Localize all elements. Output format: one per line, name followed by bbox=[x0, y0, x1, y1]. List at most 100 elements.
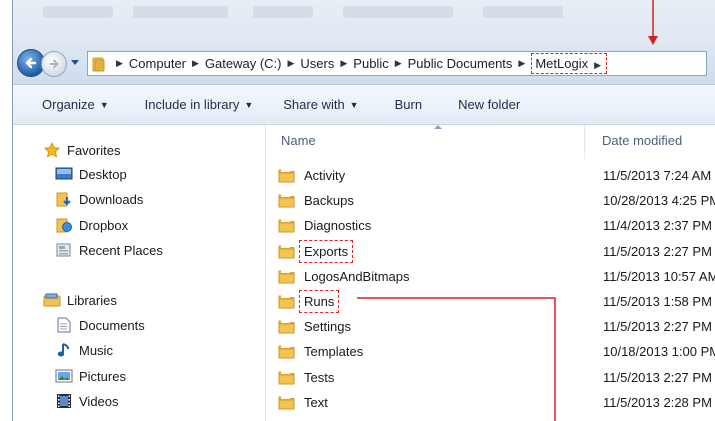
column-header-name[interactable]: Name bbox=[281, 133, 316, 148]
breadcrumb-separator-icon[interactable]: ▶ bbox=[116, 58, 123, 69]
nav-item-desktop[interactable]: Desktop bbox=[55, 166, 127, 182]
breadcrumb-computer[interactable]: Computer bbox=[129, 56, 186, 71]
share-with-label: Share with bbox=[283, 97, 345, 112]
file-date-modified: 11/5/2013 7:24 AM bbox=[603, 168, 712, 183]
breadcrumb-public-documents[interactable]: Public Documents bbox=[408, 56, 513, 71]
nav-favorites[interactable]: Favorites bbox=[43, 142, 120, 158]
breadcrumb-metalogix-label: MetLogix bbox=[535, 56, 589, 71]
file-name[interactable]: Activity bbox=[304, 168, 345, 183]
file-name[interactable]: Runs bbox=[299, 290, 340, 313]
file-name[interactable]: Diagnostics bbox=[304, 218, 371, 233]
folder-icon bbox=[278, 345, 295, 359]
folder-icon bbox=[278, 244, 295, 258]
recent-pages-dropdown-icon[interactable] bbox=[70, 59, 80, 67]
address-row: ▶ Computer ▶ Gateway (C:) ▶ Users ▶ Publ… bbox=[13, 44, 715, 85]
burn-label: Burn bbox=[394, 97, 423, 112]
nav-item-recent-places-label: Recent Places bbox=[79, 242, 163, 258]
nav-libraries[interactable]: Libraries bbox=[43, 292, 117, 308]
nav-libraries-label: Libraries bbox=[67, 292, 117, 308]
breadcrumb-separator-icon[interactable]: ▶ bbox=[395, 58, 402, 69]
breadcrumb: ▶ Computer ▶ Gateway (C:) ▶ Users ▶ Publ… bbox=[92, 52, 608, 75]
chevron-down-icon: ▼ bbox=[244, 99, 254, 110]
desktop-icon bbox=[55, 167, 73, 180]
libraries-icon bbox=[43, 293, 61, 307]
nav-item-downloads-label: Downloads bbox=[79, 191, 144, 207]
organize-label: Organize bbox=[42, 97, 95, 112]
nav-item-downloads[interactable]: Downloads bbox=[55, 191, 143, 207]
folder-icon bbox=[278, 320, 295, 334]
nav-item-recent-places[interactable]: Recent Places bbox=[55, 242, 163, 258]
include-in-library-button[interactable]: Include in library ▼ bbox=[145, 97, 254, 112]
table-row[interactable]: Text 11/5/2013 2:28 PM bbox=[266, 391, 715, 416]
chevron-down-icon: ▼ bbox=[99, 99, 109, 110]
include-in-library-label: Include in library bbox=[144, 97, 240, 112]
nav-item-documents-label: Documents bbox=[79, 317, 145, 333]
table-row[interactable]: Settings 11/5/2013 2:27 PM bbox=[266, 315, 715, 340]
nav-item-pictures[interactable]: Pictures bbox=[55, 368, 126, 384]
table-row[interactable]: Templates 10/18/2013 1:00 PM bbox=[266, 340, 715, 365]
organize-button[interactable]: Organize ▼ bbox=[42, 97, 109, 112]
nav-item-documents[interactable]: Documents bbox=[55, 317, 145, 333]
arrow-left-icon bbox=[25, 57, 37, 69]
new-folder-button[interactable]: New folder bbox=[458, 97, 520, 112]
table-row[interactable]: Backups 10/28/2013 4:25 PM bbox=[266, 189, 715, 214]
file-name[interactable]: Exports bbox=[299, 239, 354, 263]
breadcrumb-gateway[interactable]: Gateway (C:) bbox=[205, 56, 282, 71]
folder-icon bbox=[278, 169, 295, 183]
breadcrumb-separator-icon[interactable]: ▶ bbox=[288, 58, 295, 69]
file-date-modified: 11/5/2013 2:28 PM bbox=[603, 394, 712, 410]
folder-icon bbox=[92, 57, 105, 71]
breadcrumb-users[interactable]: Users bbox=[300, 56, 334, 71]
table-row[interactable]: Diagnostics 11/4/2013 2:37 PM bbox=[266, 214, 715, 239]
file-name[interactable]: LogosAndBitmaps bbox=[304, 269, 410, 284]
forward-button[interactable] bbox=[41, 51, 67, 77]
breadcrumb-metalogix[interactable]: MetLogix ▶ bbox=[531, 53, 608, 74]
column-divider[interactable] bbox=[584, 125, 585, 159]
command-bar: Organize ▼ Include in library ▼ Share wi… bbox=[13, 85, 715, 125]
file-date-modified: 11/5/2013 2:27 PM bbox=[603, 243, 712, 259]
table-row[interactable]: Activity 11/5/2013 7:24 AM bbox=[266, 164, 715, 189]
burn-button[interactable]: Burn bbox=[395, 97, 422, 112]
file-name[interactable]: Settings bbox=[304, 319, 351, 334]
breadcrumb-separator-icon[interactable]: ▶ bbox=[518, 58, 525, 69]
folder-icon bbox=[278, 194, 295, 208]
nav-item-dropbox[interactable]: Dropbox bbox=[55, 217, 128, 233]
file-name[interactable]: Tests bbox=[304, 370, 334, 385]
pictures-icon bbox=[55, 369, 73, 383]
file-name[interactable]: Backups bbox=[304, 193, 354, 208]
star-icon bbox=[43, 142, 61, 158]
breadcrumb-separator-icon[interactable]: ▶ bbox=[594, 60, 601, 70]
explorer-window: ▶ Computer ▶ Gateway (C:) ▶ Users ▶ Publ… bbox=[12, 0, 715, 421]
breadcrumb-separator-icon[interactable]: ▶ bbox=[192, 58, 199, 69]
new-folder-label: New folder bbox=[458, 97, 521, 112]
sort-ascending-icon bbox=[434, 125, 442, 129]
document-icon bbox=[57, 317, 71, 333]
nav-item-videos[interactable]: Videos bbox=[55, 393, 119, 409]
file-list: Name Date modified Activity 11/5/2013 7:2… bbox=[266, 125, 715, 421]
navigation-pane: Favorites Desktop Downloads Dropbox Rece… bbox=[13, 125, 266, 421]
table-row[interactable]: Exports 11/5/2013 2:27 PM bbox=[266, 239, 715, 265]
file-name[interactable]: Text bbox=[304, 395, 328, 410]
table-row[interactable]: Tests 11/5/2013 2:27 PM bbox=[266, 366, 715, 391]
nav-item-music-label: Music bbox=[79, 342, 113, 358]
file-date-modified: 11/4/2013 2:37 PM bbox=[603, 218, 712, 234]
column-header-date-modified[interactable]: Date modified bbox=[602, 133, 682, 148]
file-name[interactable]: Templates bbox=[304, 344, 363, 359]
file-date-modified: 11/5/2013 1:58 PM bbox=[603, 294, 712, 309]
arrow-right-icon bbox=[49, 59, 59, 69]
nav-item-pictures-label: Pictures bbox=[79, 368, 126, 384]
breadcrumb-public[interactable]: Public bbox=[353, 56, 388, 71]
recent-places-icon bbox=[56, 243, 71, 257]
downloads-folder-icon bbox=[56, 192, 71, 207]
folder-icon bbox=[278, 395, 295, 410]
breadcrumb-separator-icon[interactable]: ▶ bbox=[340, 58, 347, 69]
share-with-button[interactable]: Share with ▼ bbox=[283, 97, 358, 112]
table-row[interactable]: Runs 11/5/2013 1:58 PM bbox=[266, 290, 715, 315]
nav-item-desktop-label: Desktop bbox=[79, 166, 127, 182]
file-date-modified: 10/18/2013 1:00 PM bbox=[603, 344, 715, 360]
nav-item-dropbox-label: Dropbox bbox=[79, 217, 129, 233]
address-bar[interactable]: ▶ Computer ▶ Gateway (C:) ▶ Users ▶ Publ… bbox=[87, 51, 707, 76]
nav-item-music[interactable]: Music bbox=[55, 342, 113, 358]
dropbox-icon bbox=[56, 218, 72, 233]
table-row[interactable]: LogosAndBitmaps 11/5/2013 10:57 AM bbox=[266, 265, 715, 290]
